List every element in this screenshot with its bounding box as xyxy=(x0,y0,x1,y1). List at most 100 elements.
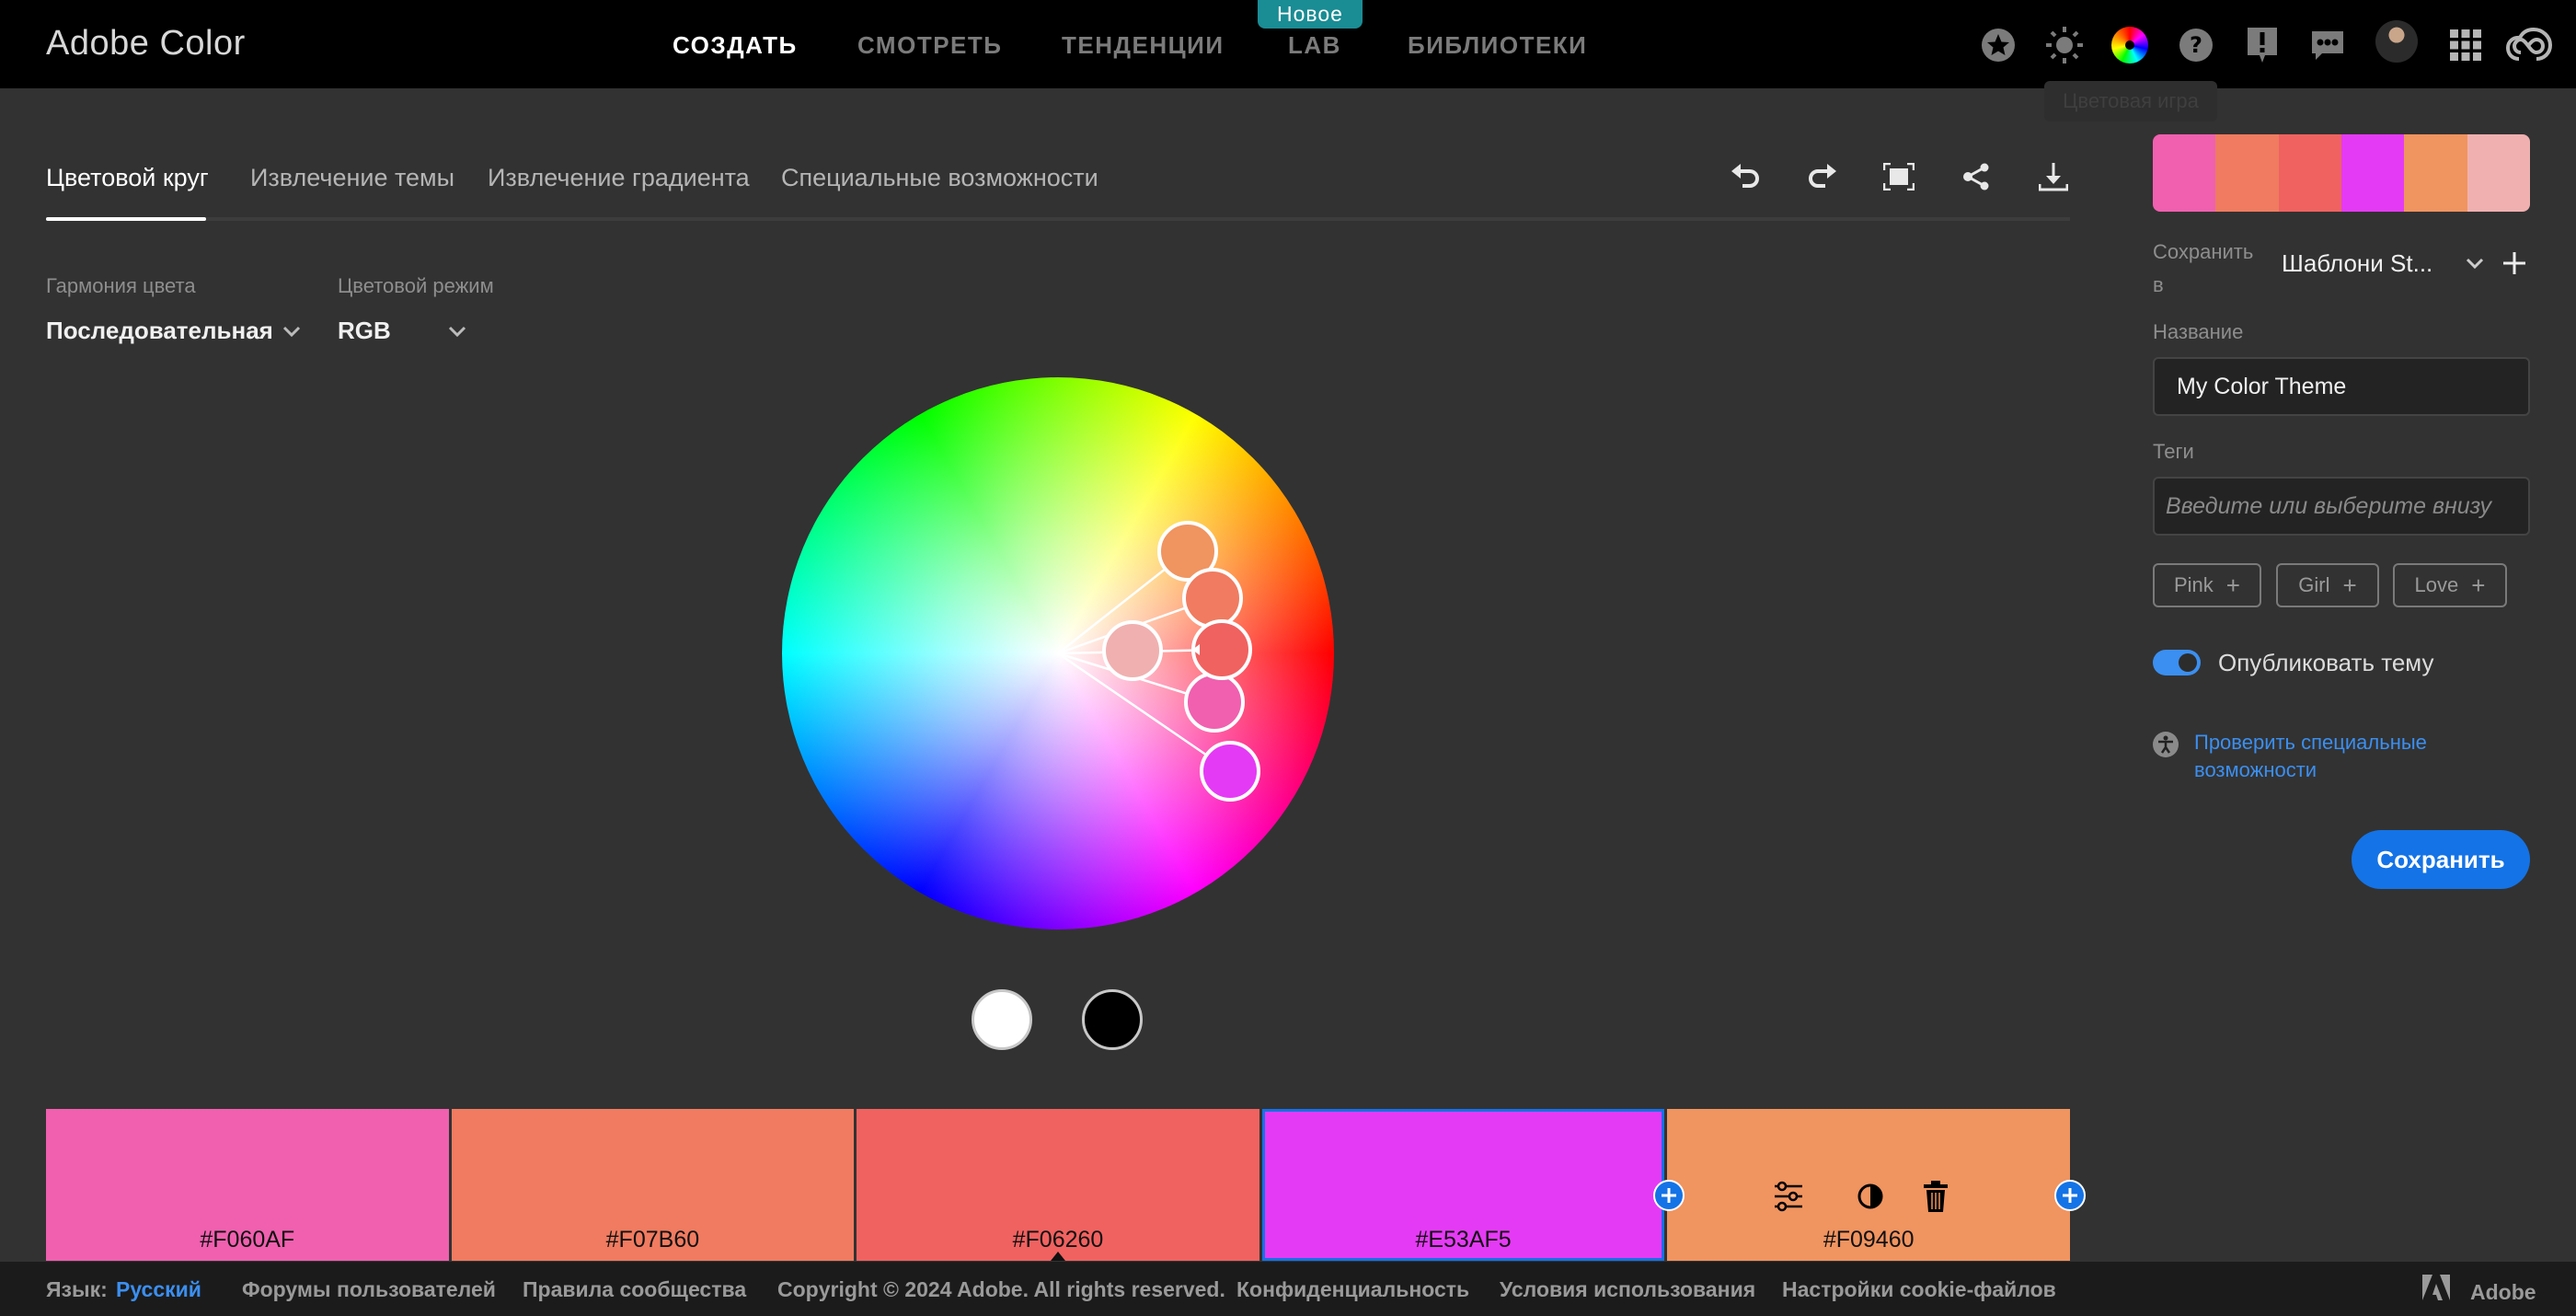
copyright-text: Copyright © 2024 Adobe. All rights reser… xyxy=(777,1277,1225,1301)
tab-divider xyxy=(46,217,2070,221)
footer: Язык: Русский Форумы пользователей Прави… xyxy=(0,1262,2576,1316)
tab-color-wheel[interactable]: Цветовой круг xyxy=(46,164,209,192)
swatch-hex[interactable]: #F06260 xyxy=(857,1227,1259,1253)
top-navigation-bar: Adobe Color СОЗДАТЬ СМОТРЕТЬ ТЕНДЕНЦИИ Н… xyxy=(0,0,2576,88)
color-mode-dropdown[interactable]: RGB xyxy=(338,317,391,345)
wheel-handle[interactable] xyxy=(1200,741,1260,802)
chevron-down-icon[interactable] xyxy=(2464,252,2486,274)
color-swatch-selected[interactable]: #E53AF5 xyxy=(1261,1109,1668,1261)
tags-label: Теги xyxy=(2153,440,2194,463)
color-swatch[interactable]: #F07B60 xyxy=(451,1109,857,1261)
help-icon[interactable]: ? xyxy=(2176,25,2216,65)
plus-icon: + xyxy=(2342,571,2357,599)
undo-icon[interactable] xyxy=(1726,156,1766,197)
nav-libraries[interactable]: БИБЛИОТЕКИ xyxy=(1408,31,1587,60)
download-icon[interactable] xyxy=(2033,156,2074,197)
new-badge: Новое xyxy=(1258,0,1363,29)
name-label: Название xyxy=(2153,320,2244,343)
color-swatch-base[interactable]: #F06260 xyxy=(857,1109,1262,1261)
add-library-icon[interactable] xyxy=(2501,250,2527,276)
nav-explore[interactable]: СМОТРЕТЬ xyxy=(857,31,1002,60)
feedback-icon[interactable] xyxy=(2307,25,2348,65)
tag-pink-button[interactable]: Pink + xyxy=(2153,563,2261,607)
library-dropdown[interactable]: Шаблони St... xyxy=(2282,249,2432,278)
wheel-handle[interactable] xyxy=(1182,568,1243,629)
theme-name-input[interactable]: My Color Theme xyxy=(2153,357,2530,416)
plus-icon xyxy=(2063,1188,2077,1203)
tag-love-button[interactable]: Love + xyxy=(2393,563,2507,607)
check-accessibility-link[interactable]: Проверить специальные возможности xyxy=(2194,729,2470,784)
plus-icon: + xyxy=(2225,571,2240,599)
accessibility-icon xyxy=(2153,732,2179,757)
language-selector[interactable]: Русский xyxy=(116,1277,201,1302)
footer-link-guidelines[interactable]: Правила сообщества xyxy=(523,1277,746,1302)
adobe-brand: Adobe xyxy=(2470,1280,2536,1304)
color-swatch[interactable]: #F060AF xyxy=(46,1109,452,1261)
delete-color-icon[interactable] xyxy=(1917,1178,1954,1215)
nav-trends[interactable]: ТЕНДЕНЦИИ xyxy=(1062,31,1225,60)
creative-cloud-icon[interactable] xyxy=(2506,25,2552,65)
tab-extract-theme[interactable]: Извлечение темы xyxy=(250,164,454,192)
apps-grid-icon[interactable] xyxy=(2445,25,2486,65)
nav-lab[interactable]: LAB xyxy=(1288,31,1341,60)
tooltip: Цветовая игра xyxy=(2044,81,2217,121)
share-icon[interactable] xyxy=(1956,156,1996,197)
add-color-button[interactable] xyxy=(2054,1180,2086,1211)
black-swatch-button[interactable] xyxy=(1082,989,1143,1050)
save-button[interactable]: Сохранить xyxy=(2352,830,2530,889)
brightness-icon[interactable] xyxy=(2044,25,2085,65)
palette-color xyxy=(2153,134,2216,212)
wheel-handle-base[interactable] xyxy=(1191,619,1252,680)
nav-create[interactable]: СОЗДАТЬ xyxy=(673,31,798,60)
swatch-hex[interactable]: #F07B60 xyxy=(452,1227,855,1253)
swatch-hex[interactable]: #F060AF xyxy=(46,1227,449,1253)
star-icon[interactable] xyxy=(1978,25,2018,65)
wheel-handle[interactable] xyxy=(1184,672,1245,733)
tag-label: Pink xyxy=(2174,573,2214,596)
tag-label: Girl xyxy=(2298,573,2330,596)
color-mode-label: Цветовой режим xyxy=(338,274,494,297)
footer-link-forums[interactable]: Форумы пользователей xyxy=(242,1277,496,1302)
active-tab-indicator xyxy=(46,217,206,221)
tags-input[interactable]: Введите или выберите внизу xyxy=(2153,477,2530,536)
footer-link-cookies[interactable]: Настройки cookie-файлов xyxy=(1782,1277,2056,1302)
save-to-label: Сохранить в xyxy=(2153,240,2254,296)
svg-text:?: ? xyxy=(2190,32,2202,58)
fullscreen-icon[interactable] xyxy=(1879,156,1919,197)
palette-color xyxy=(2278,134,2341,212)
color-game-icon[interactable] xyxy=(2110,25,2150,65)
adobe-logo-icon xyxy=(2422,1275,2450,1300)
footer-link-terms[interactable]: Условия использования xyxy=(1500,1277,1755,1302)
white-swatch-button[interactable] xyxy=(972,989,1032,1050)
adjust-sliders-icon[interactable] xyxy=(1770,1178,1807,1215)
base-color-marker-icon xyxy=(1050,1252,1065,1261)
app-logo[interactable]: Adobe Color xyxy=(46,24,246,63)
swatch-hex[interactable]: #F09460 xyxy=(1667,1227,2070,1253)
contrast-icon[interactable] xyxy=(1852,1178,1889,1215)
tab-extract-gradient[interactable]: Извлечение градиента xyxy=(488,164,750,192)
language-label: Язык: xyxy=(46,1277,108,1301)
tab-accessibility[interactable]: Специальные возможности xyxy=(781,164,1098,192)
color-swatches: #F060AF #F07B60 #F06260 #E53AF5 #F09460 xyxy=(46,1109,2070,1261)
wheel-handle-center[interactable] xyxy=(1102,620,1163,681)
swatch-hex[interactable]: #E53AF5 xyxy=(1262,1227,1665,1253)
palette-color xyxy=(2404,134,2467,212)
publish-toggle[interactable] xyxy=(2153,650,2201,675)
chevron-down-icon[interactable] xyxy=(446,320,468,342)
plus-icon xyxy=(1662,1188,1676,1203)
plus-icon: + xyxy=(2471,571,2486,599)
theme-preview-palette xyxy=(2153,134,2530,212)
palette-color xyxy=(2340,134,2405,212)
wheel-handles-layer xyxy=(1057,521,1260,802)
palette-color xyxy=(2215,134,2279,212)
palette-color xyxy=(2467,134,2530,212)
tag-label: Love xyxy=(2414,573,2459,596)
tag-girl-button[interactable]: Girl + xyxy=(2276,563,2379,607)
harmony-dropdown[interactable]: Последовательная xyxy=(46,317,273,345)
redo-icon[interactable] xyxy=(1801,156,1842,197)
footer-link-privacy[interactable]: Конфиденциальность xyxy=(1236,1277,1469,1302)
add-color-button[interactable] xyxy=(1653,1180,1685,1211)
chevron-down-icon[interactable] xyxy=(281,320,303,342)
avatar[interactable] xyxy=(2375,20,2418,63)
report-icon[interactable] xyxy=(2242,25,2283,65)
